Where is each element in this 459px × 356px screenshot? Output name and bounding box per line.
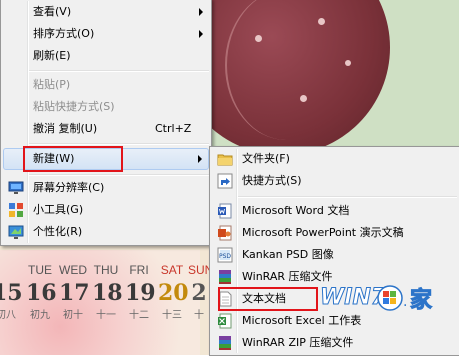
calendar-date: 18 (92, 280, 123, 306)
calendar-lunar: 十一 (96, 310, 116, 321)
submenu-arrow-icon (198, 155, 202, 163)
menu-item-personalize[interactable]: 个性化(R) (3, 221, 209, 243)
calendar-weekday (0, 262, 20, 278)
menu-separator (29, 143, 209, 145)
watermark-dot: . (403, 294, 407, 310)
calendar-day: FRI 19 十二 (125, 262, 156, 324)
menu-item-screen-resolution[interactable]: 屏幕分辨率(C) (3, 177, 209, 199)
highlight-box-new (23, 146, 123, 172)
menu-item-label: 屏幕分辨率(C) (33, 181, 105, 194)
calendar-lunar: 初十 (63, 310, 83, 321)
new-submenu: 文件夹(F) 快捷方式(S) Microsoft Word 文档 Microso… (209, 146, 459, 356)
submenu-arrow-icon (199, 30, 203, 38)
calendar-weekday: TUE (28, 263, 52, 277)
personalize-icon (8, 225, 24, 239)
calendar-weekday: SAT (160, 263, 184, 277)
folder-icon (217, 154, 233, 166)
menu-item-label: 刷新(E) (33, 49, 71, 62)
menu-item-label: 查看(V) (33, 5, 72, 18)
calendar-day: WED 17 初十 (59, 262, 90, 324)
submenu-item-word[interactable]: Microsoft Word 文档 (212, 200, 457, 222)
menu-item-paste-shortcut: 粘贴快捷方式(S) (3, 96, 209, 118)
excel-icon (218, 313, 232, 329)
menu-item-view[interactable]: 查看(V) (3, 1, 209, 23)
submenu-arrow-icon (199, 8, 203, 16)
menu-item-gadgets[interactable]: 小工具(G) (3, 199, 209, 221)
winrar-zip-icon (219, 336, 231, 350)
calendar-date: 19 (125, 280, 156, 306)
calendar-day: SUN 2 十 (188, 262, 210, 324)
wallpaper-dot (345, 60, 351, 66)
winrar-icon (219, 270, 231, 284)
menu-separator (29, 174, 209, 176)
calendar-date: 20 (158, 280, 189, 306)
calendar-date: 15 (0, 280, 23, 306)
submenu-item-powerpoint[interactable]: Microsoft PowerPoint 演示文稿 (212, 222, 457, 244)
menu-item-label: 撤消 复制(U) (33, 122, 98, 135)
display-icon (8, 181, 24, 194)
calendar-lunar: 十三 (162, 310, 182, 321)
wallpaper-dot (255, 35, 262, 42)
calendar-weekday: THU (93, 263, 119, 277)
wallpaper-dot (318, 18, 325, 25)
submenu-item-psd[interactable]: PSD Kankan PSD 图像 (212, 244, 457, 266)
menu-item-label: 个性化(R) (33, 225, 83, 238)
submenu-item-winrar-zip[interactable]: WinRAR ZIP 压缩文件 (212, 332, 457, 354)
calendar-date: 16 (26, 280, 57, 306)
menu-item-undo-copy[interactable]: 撤消 复制(U) Ctrl+Z (3, 118, 209, 140)
calendar-day: TUE 16 初九 (26, 262, 57, 324)
calendar-weekday: SUN (188, 263, 210, 277)
calendar-lunar: 十 (194, 310, 204, 321)
calendar-day: THU 18 十一 (92, 262, 123, 324)
svg-text:PSD: PSD (219, 253, 231, 260)
powerpoint-icon (218, 225, 232, 241)
highlight-box-text-document (218, 287, 318, 311)
menu-separator (238, 196, 457, 198)
wallpaper-dot (300, 95, 307, 102)
calendar-lunar: 初九 (30, 310, 50, 321)
menu-item-label: 排序方式(O) (33, 27, 95, 40)
calendar-day: 15 初八 (0, 262, 23, 324)
desktop-context-menu: 查看(V) 排序方式(O) 刷新(E) 粘贴(P) 粘贴快捷方式(S) 撤消 复… (0, 0, 212, 246)
menu-separator (29, 70, 209, 72)
gadgets-icon (9, 203, 23, 217)
submenu-item-folder[interactable]: 文件夹(F) (212, 148, 457, 170)
menu-item-shortcut: Ctrl+Z (155, 122, 192, 135)
menu-item-label: Microsoft PowerPoint 演示文稿 (242, 226, 404, 239)
submenu-item-shortcut[interactable]: 快捷方式(S) (212, 170, 457, 192)
menu-item-label: 小工具(G) (33, 203, 84, 216)
menu-item-refresh[interactable]: 刷新(E) (3, 45, 209, 67)
menu-item-label: WinRAR ZIP 压缩文件 (242, 336, 354, 349)
word-doc-icon (218, 203, 232, 219)
menu-item-sort-by[interactable]: 排序方式(O) (3, 23, 209, 45)
calendar-lunar: 初八 (0, 310, 16, 321)
shortcut-icon (217, 173, 233, 189)
menu-item-label: 粘贴快捷方式(S) (33, 100, 115, 113)
menu-item-label: Kankan PSD 图像 (242, 248, 334, 261)
win7-watermark-logo: WIN7 . 家 (318, 276, 448, 316)
watermark-win7-text: WIN7 (320, 285, 387, 310)
menu-item-label: Microsoft Word 文档 (242, 204, 350, 217)
watermark-home-text: 家 (410, 287, 433, 313)
menu-item-label: 粘贴(P) (33, 78, 71, 91)
calendar-date: 17 (59, 280, 90, 306)
menu-item-label: 快捷方式(S) (242, 174, 302, 187)
menu-item-paste: 粘贴(P) (3, 74, 209, 96)
calendar-weekday: WED (59, 263, 87, 277)
psd-image-icon: PSD (217, 247, 233, 263)
menu-item-label: 文件夹(F) (242, 152, 290, 165)
calendar-lunar: 十二 (129, 310, 149, 321)
calendar-date: 2 (191, 280, 207, 306)
calendar-gadget[interactable]: 15 初八 TUE 16 初九 WED 17 初十 THU 18 十一 FRI … (0, 262, 210, 337)
calendar-day: SAT 20 十三 (158, 262, 189, 324)
calendar-weekday: FRI (129, 263, 149, 277)
